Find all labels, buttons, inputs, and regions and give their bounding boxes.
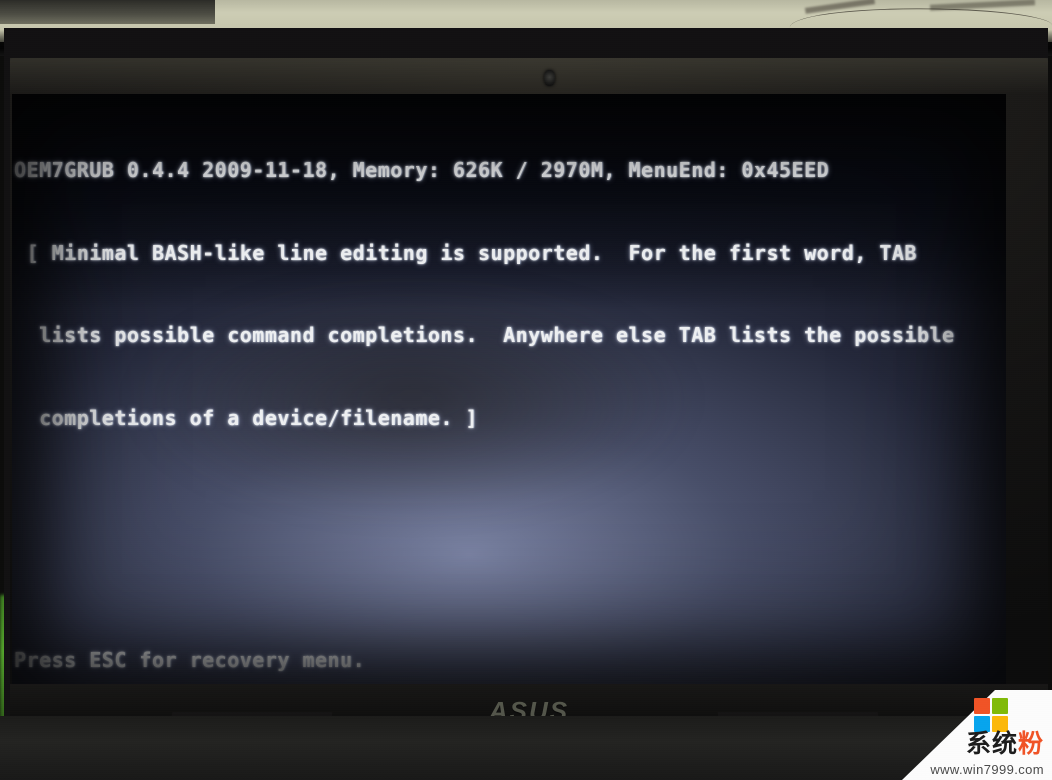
watermark-title: 系统粉: [966, 724, 1044, 760]
lcd-screen[interactable]: OEM7GRUB 0.4.4 2009-11-18, Memory: 626K …: [12, 94, 1006, 684]
watermark-title-accent: 粉: [1017, 729, 1044, 758]
laptop-lid: OEM7GRUB 0.4.4 2009-11-18, Memory: 626K …: [4, 28, 1048, 742]
logo-square-red: [974, 698, 990, 714]
bezel-highlight: [10, 58, 1048, 94]
screen-vignette: [12, 94, 1006, 684]
photograph-of-laptop-screen: OEM7GRUB 0.4.4 2009-11-18, Memory: 626K …: [0, 0, 1052, 780]
watermark-title-main: 系统: [965, 729, 1018, 758]
webcam-icon: [544, 70, 555, 86]
desk-surface: [0, 716, 1052, 780]
background-wall-shadow-left: [0, 0, 215, 24]
logo-square-green: [992, 698, 1008, 714]
watermark-url: www.win7999.com: [930, 762, 1044, 777]
site-watermark: 系统粉 www.win7999.com: [902, 690, 1052, 780]
